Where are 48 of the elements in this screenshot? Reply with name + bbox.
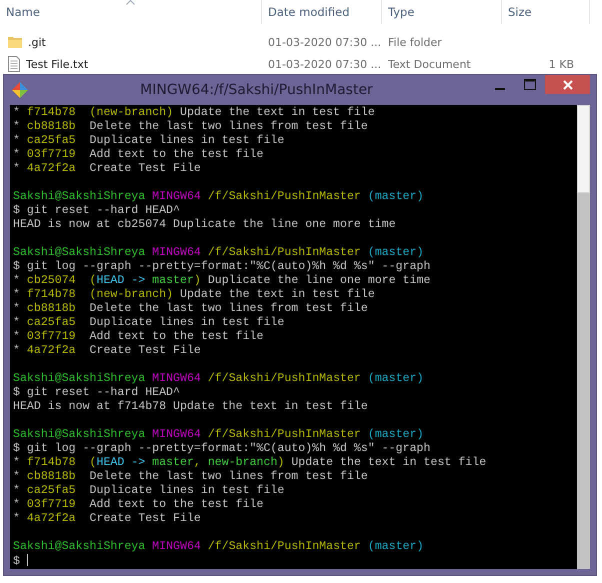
output-line: * cb8818b Delete the last two lines from test file bbox=[13, 120, 368, 134]
output-line: * cb8818b Delete the last two lines from test file bbox=[13, 470, 368, 484]
command-line: $ git reset --hard HEAD^ bbox=[13, 386, 180, 400]
output-line: * 4a72f2a Create Test File bbox=[13, 162, 201, 176]
prompt-line: Sakshi@SakshiShreya MINGW64 /f/Sakshi/PushInMaster (master) bbox=[13, 246, 424, 260]
output-line: * 03f7719 Add text to the test file bbox=[13, 498, 264, 512]
file-name[interactable]: Test File.txt bbox=[26, 58, 88, 70]
file-type: Text Document bbox=[387, 58, 472, 70]
text-file-icon bbox=[7, 56, 21, 72]
output-line: * cb25074 (HEAD -> master) Duplicate the line one more time bbox=[13, 274, 430, 288]
prompt-line: Sakshi@SakshiShreya MINGW64 /f/Sakshi/PushInMaster (master) bbox=[13, 428, 424, 442]
maximize-icon bbox=[524, 79, 536, 90]
output-line: * 03f7719 Add text to the test file bbox=[13, 330, 264, 344]
column-header[interactable]: Size bbox=[502, 0, 590, 24]
command-line: $ git log --graph --pretty=format:"%C(auto)%h %d %s" --graph bbox=[13, 442, 430, 456]
diamond-logo-icon bbox=[12, 82, 28, 98]
window-title: MINGW64:/f/Sakshi/PushInMaster bbox=[139, 82, 374, 98]
column-header[interactable]: Date modified bbox=[262, 0, 382, 24]
scrollbar[interactable] bbox=[577, 105, 590, 569]
file-type: File folder bbox=[387, 36, 443, 48]
command-line: $ bbox=[13, 554, 28, 568]
output-line: * ca25fa5 Duplicate lines in test file bbox=[13, 484, 284, 498]
output-line: * 4a72f2a Create Test File bbox=[13, 344, 201, 358]
output-line: * f714b78 (new-branch) Update the text in test file bbox=[13, 106, 375, 120]
output-line: * f714b78 (HEAD -> master, new-branch) Update the text in test file bbox=[13, 456, 486, 470]
close-button[interactable] bbox=[545, 75, 590, 94]
output-line: * 03f7719 Add text to the test file bbox=[13, 148, 264, 162]
file-size: 1 KB bbox=[548, 58, 575, 70]
output-line: * cb8818b Delete the last two lines from test file bbox=[13, 302, 368, 316]
folder-icon bbox=[7, 35, 23, 49]
command-line: $ git reset --hard HEAD^ bbox=[13, 204, 180, 218]
file-name[interactable]: .git bbox=[28, 36, 46, 48]
output-line: HEAD is now at cb25074 Duplicate the line one more time bbox=[13, 218, 396, 232]
output-line: * ca25fa5 Duplicate lines in test file bbox=[13, 316, 284, 330]
prompt-line: Sakshi@SakshiShreya MINGW64 /f/Sakshi/PushInMaster (master) bbox=[13, 190, 424, 204]
date-modified: 01-03-2020 07:30 ... bbox=[267, 36, 382, 48]
output-line: HEAD is now at f714b78 Update the text in test file bbox=[13, 400, 368, 414]
prompt-line: Sakshi@SakshiShreya MINGW64 /f/Sakshi/PushInMaster (master) bbox=[13, 372, 424, 386]
command-line: $ git log --graph --pretty=format:"%C(auto)%h %d %s" --graph bbox=[13, 260, 430, 274]
output-line: * 4a72f2a Create Test File bbox=[13, 512, 201, 526]
date-modified: 01-03-2020 07:30 ... bbox=[267, 58, 382, 70]
column-header[interactable]: Type bbox=[382, 0, 502, 24]
output-line: * ca25fa5 Duplicate lines in test file bbox=[13, 134, 284, 148]
prompt-line: Sakshi@SakshiShreya MINGW64 /f/Sakshi/PushInMaster (master) bbox=[13, 540, 424, 554]
output-line: * f714b78 (new-branch) Update the text in test file bbox=[13, 288, 375, 302]
column-header[interactable]: Name bbox=[0, 0, 262, 24]
close-icon bbox=[562, 80, 572, 90]
minimize-icon bbox=[495, 88, 505, 90]
